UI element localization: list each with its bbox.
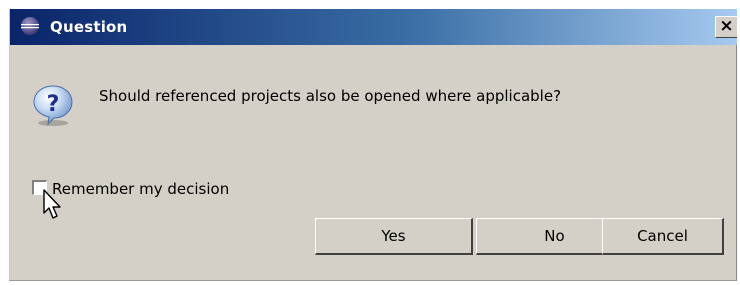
question-icon: ? <box>31 83 75 127</box>
close-icon: × <box>719 16 734 36</box>
eclipse-icon <box>20 16 40 36</box>
close-button[interactable]: × <box>715 16 737 38</box>
dialog-title: Question <box>50 18 128 36</box>
remember-decision-label[interactable]: Remember my decision <box>52 180 229 198</box>
yes-button[interactable]: Yes <box>315 218 473 255</box>
cancel-button[interactable]: Cancel <box>602 218 724 255</box>
mouse-pointer-icon <box>43 189 65 223</box>
svg-text:?: ? <box>47 92 60 117</box>
question-dialog: Question × ? Should referenced projects … <box>9 9 737 281</box>
title-bar[interactable]: Question × <box>10 9 737 45</box>
dialog-message: Should referenced projects also be opene… <box>99 87 562 105</box>
